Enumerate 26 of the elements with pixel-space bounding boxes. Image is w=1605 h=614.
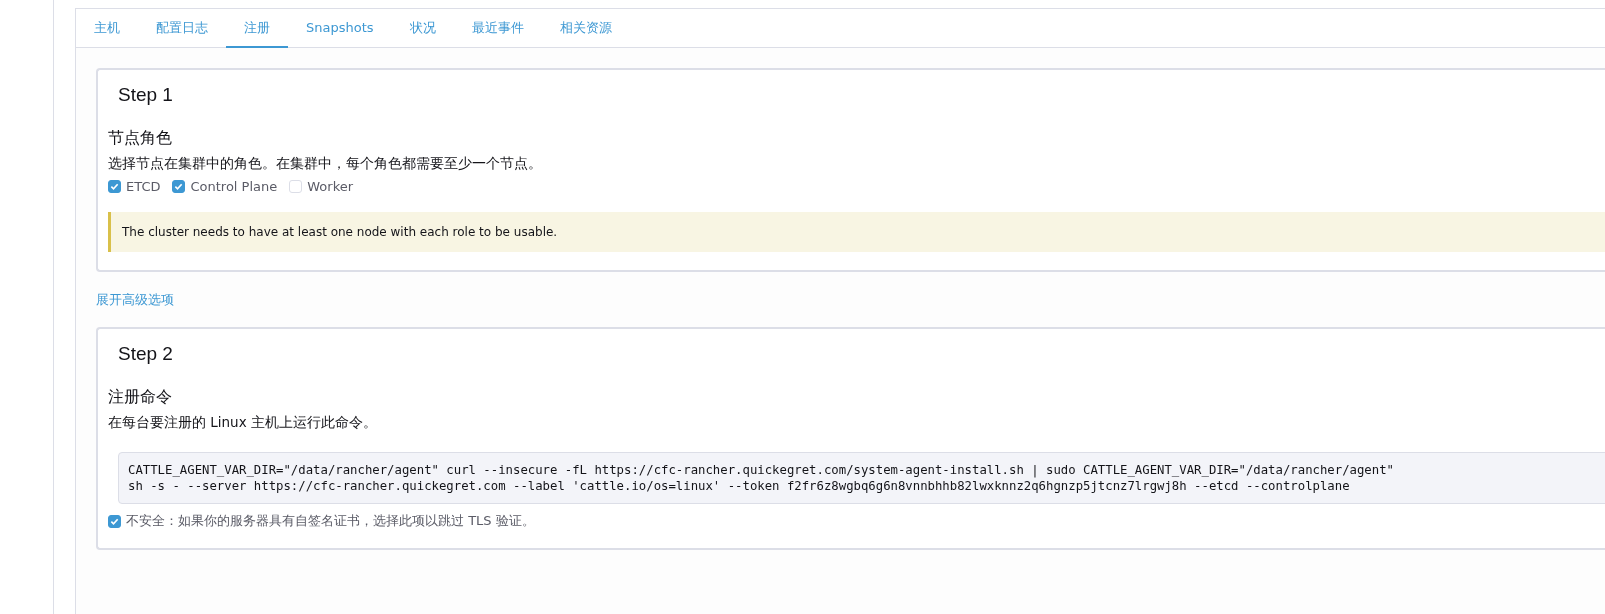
section-description: 在每台要注册的 Linux 主机上运行此命令。 bbox=[108, 414, 378, 432]
checkbox-option[interactable]: Worker bbox=[289, 179, 354, 194]
tab[interactable]: 相关资源 bbox=[541, 9, 630, 48]
tab[interactable]: Snapshots bbox=[288, 9, 392, 48]
advanced-options-link[interactable]: 展开高级选项 bbox=[96, 292, 174, 309]
checkbox-option[interactable]: Control Plane bbox=[172, 179, 278, 194]
step-title: Step 1 bbox=[117, 84, 174, 106]
notice-banner: The cluster needs to have at least one node with each role to be usable. bbox=[108, 212, 1605, 252]
checkmark-icon bbox=[110, 516, 119, 526]
tab[interactable]: 注册 bbox=[226, 9, 288, 48]
tab[interactable]: 最近事件 bbox=[453, 9, 542, 48]
checkbox[interactable] bbox=[108, 180, 121, 193]
section-description: 选择节点在集群中的角色。在集群中，每个角色都需要至少一个节点。 bbox=[108, 155, 543, 173]
checkbox-option[interactable]: ETCD bbox=[108, 179, 161, 194]
section-heading: 注册命令 bbox=[108, 387, 173, 408]
checkbox[interactable] bbox=[108, 514, 121, 528]
step-title: Step 2 bbox=[117, 343, 174, 365]
tab[interactable]: 配置日志 bbox=[138, 9, 226, 48]
command-code-block: CATTLE_AGENT_VAR_DIR="/data/rancher/agent" curl --insecure -fL https://cfc-rancher.quickegret.com/system-agent-install.sh | sudo CATTLE_AGENT_VAR_DIR="/data/rancher/agent" sh -s - --server https://cfc-rancher.quickegret.com --label 'cattle.io/os=linux' --token f2fr6z8wgbq6g6n8vnnbhhb82lwxknnz2q6hgnzp5jtcnz7lrgwj8h --etcd --controlplane bbox=[118, 452, 1605, 504]
checkmark-icon bbox=[110, 182, 119, 191]
checkmark-icon bbox=[174, 182, 184, 191]
checkbox[interactable] bbox=[172, 180, 186, 193]
checkbox-option[interactable]: 不安全：如果你的服务器具有自签名证书，选择此项以跳过 TLS 验证。 bbox=[108, 512, 535, 530]
section-heading: 节点角色 bbox=[108, 128, 173, 149]
tab[interactable]: 状况 bbox=[391, 9, 454, 48]
tab[interactable]: 主机 bbox=[76, 9, 138, 48]
